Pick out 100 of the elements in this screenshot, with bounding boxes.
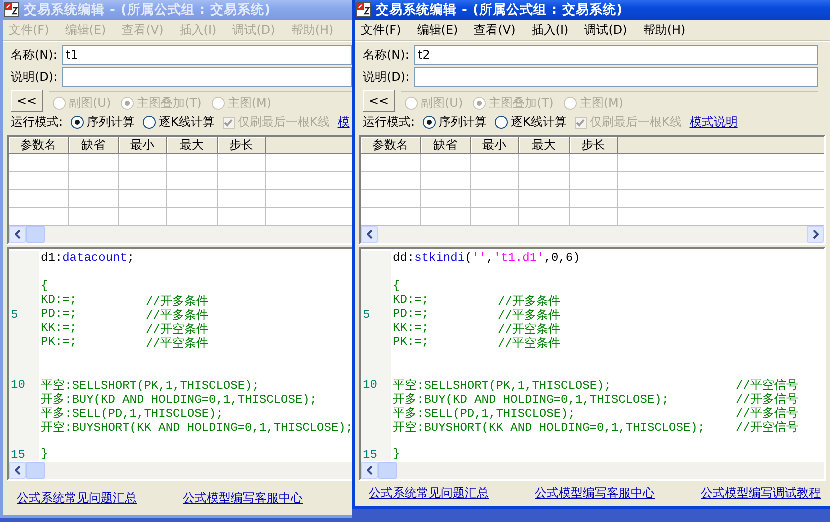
- code-text: KK:=;: [41, 321, 78, 335]
- chevron-right-icon: [812, 230, 818, 239]
- field-label: 说明(D):: [363, 68, 411, 86]
- menu-item[interactable]: 查看(V): [474, 22, 516, 38]
- menu-item[interactable]: 编辑(E): [417, 22, 458, 38]
- radio-label: 主图叠加(T): [489, 95, 554, 112]
- code-comment: //平多信号: [736, 406, 798, 419]
- field-label: 说明(D):: [11, 68, 59, 86]
- code-comment: //开空条件: [498, 322, 560, 335]
- code-comment: //开多条件: [146, 294, 208, 307]
- chevron-left-icon: [366, 466, 372, 475]
- title-bar[interactable]: 交易系统编辑 - (所属公式组 : 交易系统): [355, 0, 830, 20]
- column-header[interactable]: 最大: [519, 137, 570, 153]
- scrollbar-thumb[interactable]: [26, 462, 45, 479]
- radio-label: 主图(M): [228, 95, 272, 112]
- radio-label: 序列计算: [439, 114, 488, 131]
- radio-button[interactable]: [495, 116, 508, 129]
- line-number: 10: [362, 378, 378, 392]
- column-header[interactable]: 缺省: [421, 137, 471, 153]
- window-title: 交易系统编辑 - (所属公式组 : 交易系统): [24, 2, 272, 19]
- scroll-right-button[interactable]: [807, 226, 824, 243]
- radio-label: 主图叠加(T): [137, 95, 202, 112]
- mode-label: 运行模式:: [363, 114, 416, 131]
- radio-label: 序列计算: [87, 114, 136, 131]
- code-comment: //平空信号: [736, 378, 798, 391]
- column-header[interactable]: 最大: [167, 137, 218, 153]
- code-comment: //平多条件: [146, 308, 208, 321]
- scrollbar[interactable]: [361, 226, 824, 243]
- chevron-left-icon: [14, 466, 20, 475]
- chevron-left-icon: [366, 230, 372, 239]
- help-link[interactable]: 模式说明: [690, 114, 738, 131]
- code-text: }: [41, 447, 48, 461]
- code-text: KD:=;: [41, 293, 78, 307]
- radio-label: 主图(M): [580, 95, 624, 112]
- radio-button[interactable]: [423, 116, 436, 129]
- scrollbar-thumb[interactable]: [378, 462, 397, 479]
- radio-label: 副图(U): [69, 95, 112, 112]
- code-comment: //开空条件: [146, 322, 208, 335]
- code-comment: //开空信号: [736, 420, 798, 433]
- code-comment: //开多条件: [498, 294, 560, 307]
- checkmark-icon: [576, 118, 586, 126]
- scroll-left-button[interactable]: [9, 226, 26, 243]
- code-text: 开多:BUY(KD AND HOLDING=0,1,THISCLOSE);: [41, 393, 318, 407]
- scrollbar[interactable]: [9, 462, 352, 479]
- code-text: dd:stkindi('','t1.d1',0,6): [393, 251, 580, 265]
- scroll-left-button[interactable]: [361, 462, 378, 479]
- column-header[interactable]: 步长: [570, 137, 618, 153]
- column-header[interactable]: 最小: [471, 137, 519, 153]
- line-number: 5: [362, 308, 370, 322]
- line-number: 15: [10, 448, 26, 462]
- app-icon: [356, 2, 372, 18]
- field-label: 名称(N):: [11, 46, 58, 64]
- menu-item[interactable]: 插入(I): [532, 22, 569, 38]
- description-field[interactable]: [414, 67, 818, 87]
- code-text: KD:=;: [393, 293, 430, 307]
- code-text: {: [393, 279, 400, 293]
- line-number: 15: [362, 448, 378, 462]
- collapse-button[interactable]: <<: [363, 90, 395, 112]
- scrollbar-thumb[interactable]: [26, 226, 45, 243]
- code-text: 平多:SELL(PD,1,THISCLOSE);: [393, 407, 576, 421]
- menu-item[interactable]: 文件(F): [361, 22, 402, 38]
- menu-item[interactable]: 调试(D): [584, 22, 628, 38]
- code-text: 开多:BUY(KD AND HOLDING=0,1,THISCLOSE);: [393, 393, 670, 407]
- menu-item[interactable]: 帮助(H): [643, 22, 686, 38]
- name-field[interactable]: t2: [414, 45, 818, 65]
- code-comment: //平多条件: [498, 308, 560, 321]
- code-text: 开空:BUYSHORT(KK AND HOLDING=0,1,THISCLOSE);: [41, 421, 352, 435]
- scroll-left-button[interactable]: [9, 462, 26, 479]
- code-text: }: [393, 447, 400, 461]
- help-link[interactable]: 公式系统常见问题汇总: [369, 485, 489, 502]
- scrollbar[interactable]: [361, 462, 824, 479]
- code-text: PD:=;: [41, 307, 78, 321]
- code-text: 平空:SELLSHORT(PK,1,THISCLOSE);: [41, 379, 260, 393]
- field-label: 名称(N):: [363, 46, 410, 64]
- code-text: {: [41, 279, 48, 293]
- code-text: PD:=;: [393, 307, 430, 321]
- checkbox-label: 仅刷最后一根K线: [590, 114, 682, 131]
- code-text: PK:=;: [393, 335, 430, 349]
- chevron-left-icon: [14, 230, 20, 239]
- window-title: 交易系统编辑 - (所属公式组 : 交易系统): [376, 2, 624, 19]
- checkmark-icon: [224, 118, 234, 126]
- column-header[interactable]: 缺省: [69, 137, 119, 153]
- code-text: 平多:SELL(PD,1,THISCLOSE);: [41, 407, 224, 421]
- column-header[interactable]: 步长: [218, 137, 266, 153]
- code-text: PK:=;: [41, 335, 78, 349]
- column-header[interactable]: 最小: [119, 137, 167, 153]
- scrollbar[interactable]: [9, 226, 352, 243]
- code-editor[interactable]: [359, 247, 826, 481]
- help-link[interactable]: 公式模型编写调试教程: [701, 485, 821, 502]
- help-link[interactable]: 公式模型编写客服中心: [535, 485, 655, 502]
- app-icon: [4, 2, 20, 18]
- column-header[interactable]: 参数名: [9, 137, 69, 153]
- scroll-left-button[interactable]: [361, 226, 378, 243]
- checkbox-label: 仅刷最后一根K线: [238, 114, 330, 131]
- code-text: 平空:SELLSHORT(PK,1,THISCLOSE);: [393, 379, 612, 393]
- column-header[interactable]: 参数名: [361, 137, 421, 153]
- code-text: d1:datacount;: [41, 251, 135, 265]
- mode-label: 运行模式:: [11, 114, 64, 131]
- radio-label: 逐K线计算: [159, 114, 215, 131]
- line-number: 5: [10, 308, 18, 322]
